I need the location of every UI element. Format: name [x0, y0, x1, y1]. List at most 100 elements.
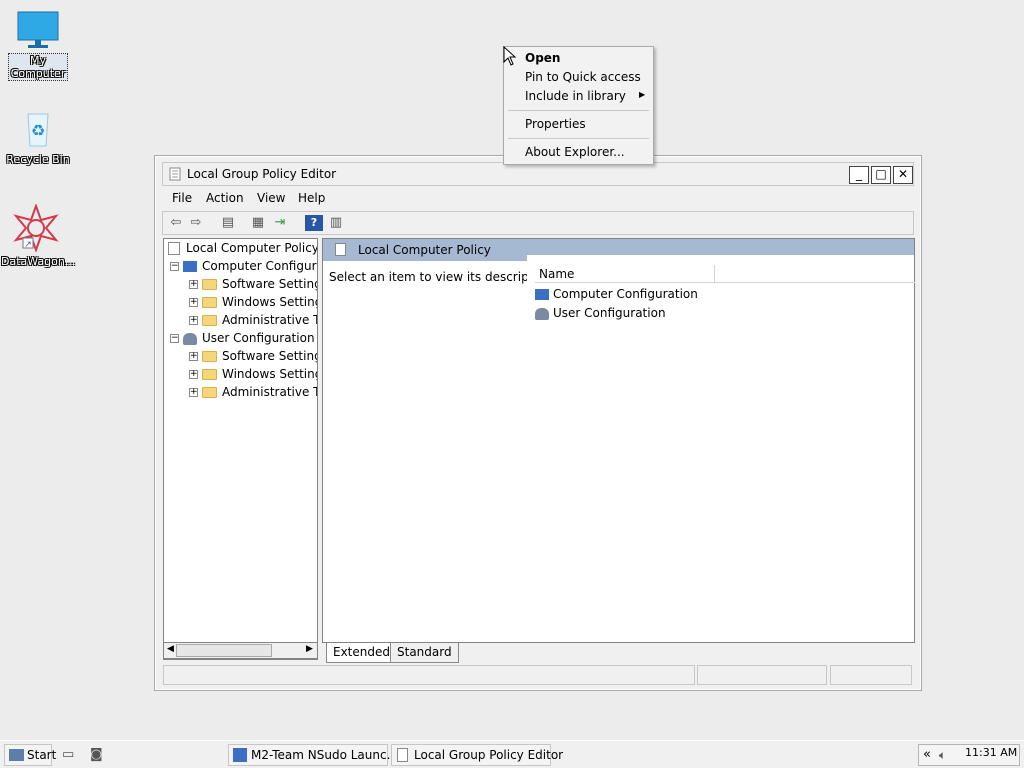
expand-icon[interactable]: + — [189, 352, 198, 361]
back-arrow-icon[interactable]: ⇦ — [167, 215, 185, 231]
properties-sheet-icon[interactable]: ▦ — [249, 215, 267, 231]
description-text: Select an item to view its description. — [329, 270, 556, 284]
desktop-icon-recycle-bin[interactable]: ♻ Recycle Bin — [3, 108, 73, 166]
menu-action[interactable]: Action — [206, 191, 244, 205]
policy-doc-icon — [335, 243, 346, 256]
submenu-arrow-icon: ▶ — [639, 90, 646, 99]
menu-separator — [508, 138, 649, 139]
expand-icon[interactable]: + — [189, 370, 198, 379]
clock[interactable]: 11:31 AM — [965, 746, 1017, 759]
tree-node-admin-templates[interactable]: + Administrative Te — [189, 383, 317, 401]
tree-horizontal-scrollbar[interactable]: ◀ ▶ — [163, 642, 318, 659]
policy-doc-icon — [168, 242, 180, 255]
tab-extended[interactable]: Extended — [326, 643, 397, 663]
start-logo-icon — [9, 749, 24, 761]
column-name-header[interactable]: Name — [535, 265, 715, 283]
view-tabs: Extended Standard — [322, 643, 915, 663]
taskbar-button-label: Local Group Policy Editor — [414, 748, 564, 762]
taskbar-button-gpedit[interactable]: Local Group Policy Editor — [391, 744, 563, 766]
folder-icon — [202, 297, 217, 308]
help-icon[interactable]: ? — [305, 215, 323, 231]
expand-icon[interactable]: + — [189, 316, 198, 325]
tree-node-computer-config[interactable]: − Computer Configura — [170, 257, 317, 275]
status-pane-1 — [163, 665, 695, 685]
expand-icon[interactable]: + — [189, 280, 198, 289]
desktop-icon-datawagon[interactable]: ↗ DataWagon... — [1, 203, 75, 268]
export-list-icon[interactable]: ⇥ — [271, 215, 289, 231]
menu-bar: File Action View Help — [162, 188, 914, 208]
details-header-title: Local Computer Policy — [358, 243, 491, 257]
status-bar — [163, 665, 915, 687]
menu-file[interactable]: File — [172, 191, 192, 205]
folder-icon — [202, 279, 217, 290]
star-shortcut-icon: ↗ — [13, 203, 59, 253]
column-header: Name — [535, 265, 915, 283]
desktop-icon-label: Recycle Bin — [6, 153, 70, 166]
show-hide-tree-icon[interactable]: ▤ — [219, 215, 237, 231]
status-pane-2 — [697, 665, 827, 685]
toolbar: ⇦ ⇨ ▤ ▦ ⇥ ? ▥ — [162, 211, 914, 235]
menu-help[interactable]: Help — [298, 191, 325, 205]
tab-standard[interactable]: Standard — [390, 643, 459, 663]
taskbar-button-label: M2-Team NSudo Launc... — [251, 748, 399, 762]
expand-icon[interactable]: + — [189, 388, 198, 397]
title-bar[interactable]: Local Group Policy Editor _ □ ✕ — [162, 162, 914, 186]
menu-separator — [508, 110, 649, 111]
show-desktop-icon[interactable]: ▭ — [62, 747, 74, 762]
computer-icon — [535, 289, 549, 300]
computer-icon — [183, 261, 197, 272]
list-item[interactable]: User Configuration — [535, 304, 666, 322]
user-icon — [183, 332, 197, 345]
scroll-left-icon[interactable]: ◀ — [167, 644, 174, 654]
menu-item-pin-quick-access[interactable]: Pin to Quick access — [525, 70, 641, 84]
tree-node-admin-templates[interactable]: + Administrative Te — [189, 311, 317, 329]
details-pane: Local Computer Policy Select an item to … — [322, 238, 915, 643]
menu-item-properties[interactable]: Properties — [525, 117, 586, 131]
tree-node-software-settings[interactable]: + Software Settings — [189, 275, 317, 293]
mouse-cursor-icon — [503, 46, 517, 66]
explorer-quicklaunch-icon[interactable]: ◙ — [90, 747, 103, 762]
group-policy-window: Local Group Policy Editor _ □ ✕ File Act… — [154, 155, 922, 691]
folder-icon — [202, 369, 217, 380]
menu-item-open[interactable]: Open — [525, 51, 560, 65]
view-pane-icon[interactable]: ▥ — [327, 215, 345, 231]
tree-node-user-config[interactable]: − User Configuration — [170, 329, 315, 347]
menu-item-include-library[interactable]: Include in library — [525, 89, 626, 103]
system-tray: « 🔈︎ 11:31 AM — [918, 744, 1020, 766]
menu-item-about-explorer[interactable]: About Explorer... — [525, 145, 625, 159]
tree-node-windows-settings[interactable]: + Windows Setting — [189, 365, 317, 383]
collapse-icon[interactable]: − — [170, 334, 179, 343]
monitor-icon — [17, 11, 59, 48]
tree-root[interactable]: Local Computer Policy — [168, 239, 317, 257]
start-label: Start — [27, 748, 57, 762]
show-hidden-icons-icon[interactable]: « — [923, 747, 931, 762]
expand-icon[interactable]: + — [189, 298, 198, 307]
desktop-icon-my-computer[interactable]: My Computer — [3, 10, 73, 81]
close-button[interactable]: ✕ — [893, 166, 913, 184]
maximize-button[interactable]: □ — [871, 166, 891, 184]
scroll-right-icon[interactable]: ▶ — [306, 644, 313, 654]
start-button[interactable]: Start — [4, 744, 56, 766]
list-view: Name Computer Configuration User Configu… — [527, 255, 915, 642]
context-menu: Open Pin to Quick access Include in libr… — [503, 46, 654, 165]
tree-node-windows-settings[interactable]: + Windows Setting — [189, 293, 317, 311]
folder-icon — [202, 351, 217, 362]
folder-icon — [202, 387, 217, 398]
forward-arrow-icon[interactable]: ⇨ — [187, 215, 205, 231]
scroll-thumb[interactable] — [176, 644, 272, 657]
policy-doc-icon — [169, 167, 181, 181]
list-item[interactable]: Computer Configuration — [535, 285, 698, 303]
taskbar-button-nsudo[interactable]: M2-Team NSudo Launc... — [228, 744, 398, 766]
desktop-icon-label: My Computer — [8, 53, 68, 81]
collapse-icon[interactable]: − — [170, 262, 179, 271]
menu-view[interactable]: View — [257, 191, 285, 205]
user-icon — [535, 307, 549, 320]
minimize-button[interactable]: _ — [849, 166, 869, 184]
nsudo-app-icon — [233, 748, 247, 762]
status-pane-3 — [830, 665, 912, 685]
volume-icon[interactable]: 🔈︎ — [939, 748, 946, 763]
folder-icon — [202, 315, 217, 326]
taskbar: Start ▭ ◙ M2-Team NSudo Launc... Local G… — [0, 740, 1024, 768]
tree-node-software-settings[interactable]: + Software Settings — [189, 347, 317, 365]
svg-text:♻: ♻ — [31, 121, 45, 140]
